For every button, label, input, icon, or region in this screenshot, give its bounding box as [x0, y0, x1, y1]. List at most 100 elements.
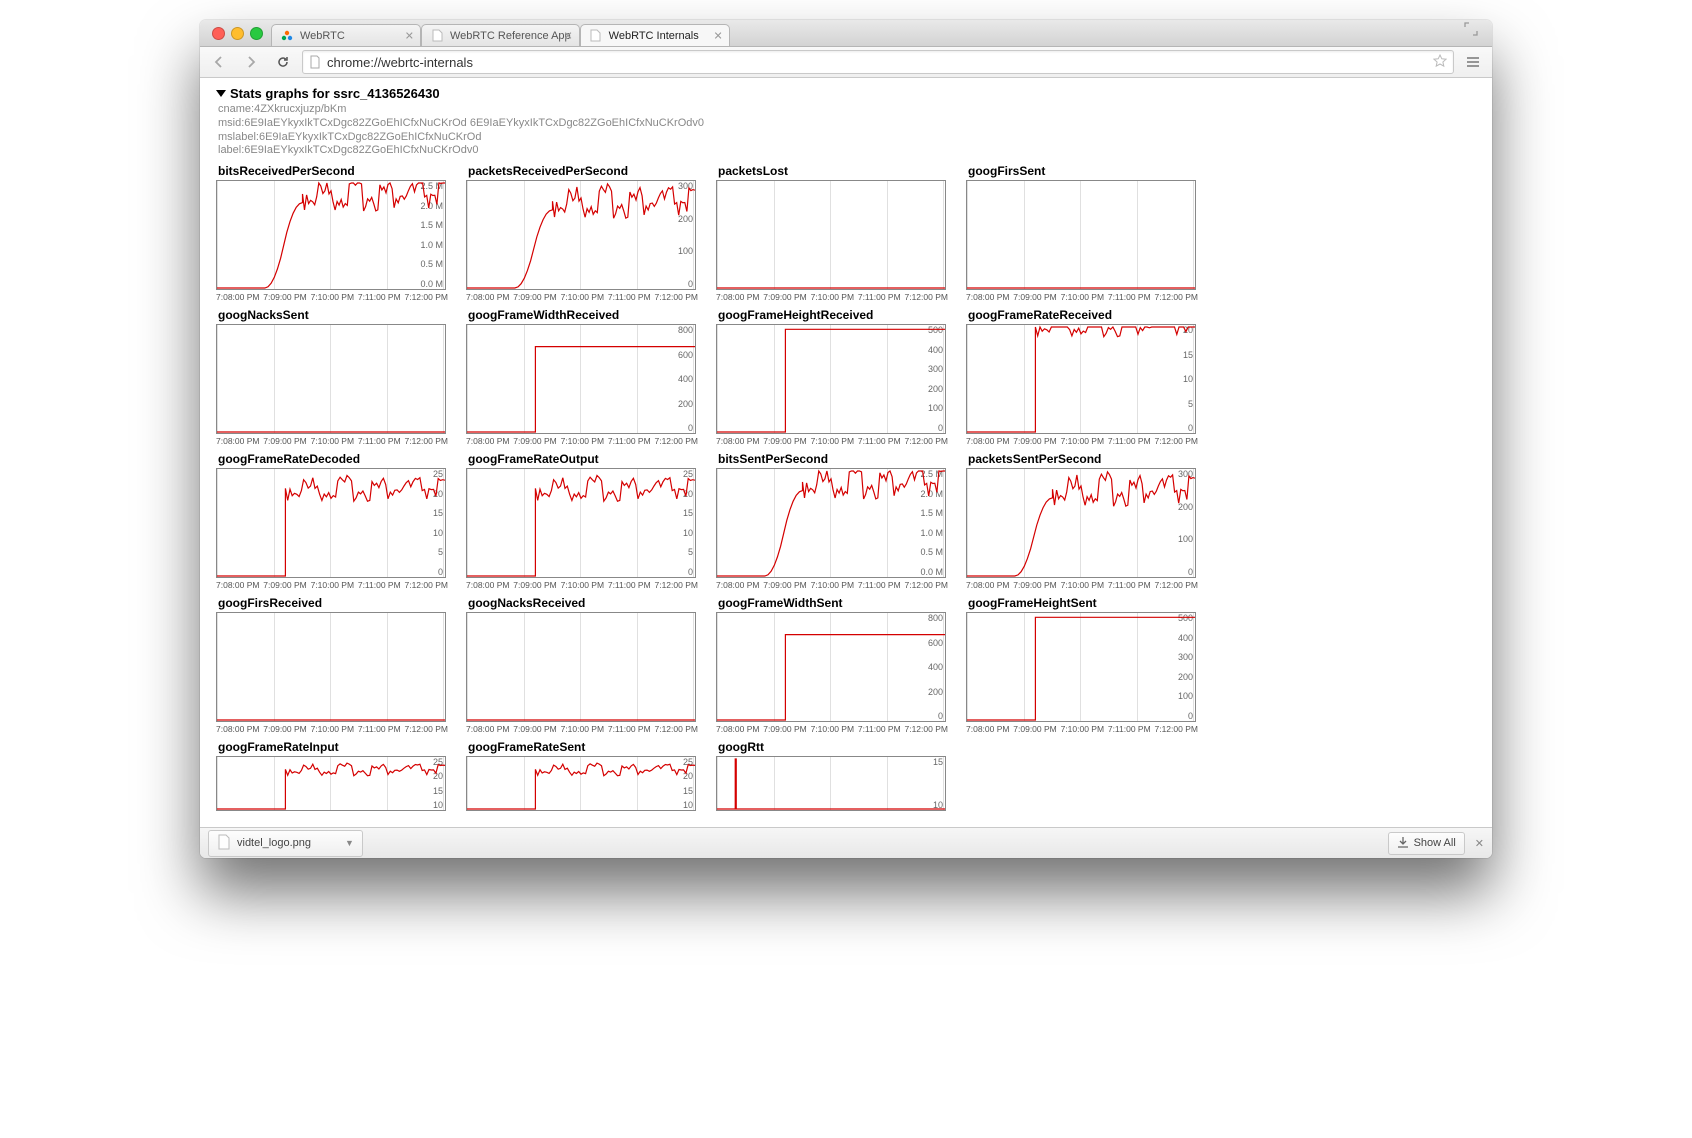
- chart-canvas: 2520151050: [466, 468, 696, 578]
- fullscreen-icon[interactable]: [1464, 22, 1486, 44]
- chevron-down-icon[interactable]: ▼: [345, 838, 354, 848]
- chart-cell: googNacksSent7:08:00 PM7:09:00 PM7:10:00…: [216, 308, 464, 446]
- chart-line: [217, 325, 445, 433]
- show-all-label: Show All: [1414, 837, 1456, 849]
- chart-cell: googFrameWidthReceived80060040020007:08:…: [466, 308, 714, 446]
- chart-line: [967, 181, 1195, 289]
- chart-canvas: 2520151050: [216, 468, 446, 578]
- chart-cell: googFrameRateDecoded25201510507:08:00 PM…: [216, 452, 464, 590]
- window-controls: [206, 27, 271, 46]
- minimize-window-button[interactable]: [231, 27, 244, 40]
- chart-title: googNacksSent: [216, 308, 464, 322]
- chart-x-axis: 7:08:00 PM7:09:00 PM7:10:00 PM7:11:00 PM…: [466, 292, 698, 302]
- zoom-window-button[interactable]: [250, 27, 263, 40]
- chart-canvas: [716, 180, 946, 290]
- tab-label: WebRTC: [300, 30, 345, 42]
- chart-canvas: 25201510: [466, 756, 696, 811]
- tab-label: WebRTC Internals: [609, 30, 699, 42]
- disclosure-triangle-icon: [216, 90, 226, 97]
- chart-canvas: 2.5 M2.0 M1.5 M1.0 M0.5 M0.0 M: [716, 468, 946, 578]
- chart-title: googFrameWidthSent: [716, 596, 964, 610]
- chart-x-axis: 7:08:00 PM7:09:00 PM7:10:00 PM7:11:00 PM…: [966, 436, 1198, 446]
- download-shelf: vidtel_logo.png ▼ Show All ✕: [200, 827, 1492, 858]
- show-all-downloads-button[interactable]: Show All: [1388, 832, 1465, 855]
- chart-canvas: 2.5 M2.0 M1.5 M1.0 M0.5 M0.0 M: [216, 180, 446, 290]
- chart-cell: googFrameHeightReceived50040030020010007…: [716, 308, 964, 446]
- stats-meta-line: cname:4ZXkrucxjuzp/bKm: [218, 103, 1482, 117]
- chart-title: googFrameHeightSent: [966, 596, 1214, 610]
- page-content: Stats graphs for ssrc_4136526430 cname:4…: [200, 78, 1492, 827]
- bookmark-star-icon[interactable]: [1433, 54, 1447, 71]
- close-tab-icon[interactable]: ✕: [563, 29, 572, 42]
- chart-canvas: 3002001000: [966, 468, 1196, 578]
- download-item[interactable]: vidtel_logo.png ▼: [208, 830, 363, 857]
- chart-cell: googFirsSent7:08:00 PM7:09:00 PM7:10:00 …: [966, 164, 1214, 302]
- chart-x-axis: 7:08:00 PM7:09:00 PM7:10:00 PM7:11:00 PM…: [216, 724, 448, 734]
- download-filename: vidtel_logo.png: [237, 837, 311, 849]
- chart-line: [717, 757, 945, 810]
- chart-title: googFrameRateInput: [216, 740, 464, 754]
- chart-canvas: 5004003002001000: [716, 324, 946, 434]
- url-text: chrome://webrtc-internals: [327, 55, 473, 70]
- chart-line: [467, 469, 695, 577]
- chart-line: [217, 181, 445, 289]
- chart-title: googFirsReceived: [216, 596, 464, 610]
- browser-tab[interactable]: WebRTC Internals ✕: [580, 24, 730, 46]
- chart-cell: googFrameRateOutput25201510507:08:00 PM7…: [466, 452, 714, 590]
- chrome-menu-button[interactable]: [1460, 51, 1486, 73]
- chart-x-axis: 7:08:00 PM7:09:00 PM7:10:00 PM7:11:00 PM…: [966, 724, 1198, 734]
- chart-canvas: 5004003002001000: [966, 612, 1196, 722]
- close-tab-icon[interactable]: ✕: [713, 29, 722, 42]
- browser-tab[interactable]: WebRTC ✕: [271, 24, 421, 46]
- browser-tab[interactable]: WebRTC Reference App✕: [421, 24, 580, 46]
- chart-title: googFrameRateDecoded: [216, 452, 464, 466]
- chart-line: [217, 613, 445, 721]
- chart-line: [717, 469, 945, 577]
- chart-canvas: 8006004002000: [716, 612, 946, 722]
- address-bar[interactable]: chrome://webrtc-internals: [302, 50, 1454, 74]
- chart-cell: googRtt1510: [716, 740, 964, 811]
- chart-x-axis: 7:08:00 PM7:09:00 PM7:10:00 PM7:11:00 PM…: [716, 580, 948, 590]
- chart-title: googFrameWidthReceived: [466, 308, 714, 322]
- chart-title: googFirsSent: [966, 164, 1214, 178]
- chart-canvas: 25201510: [216, 756, 446, 811]
- stats-section-header[interactable]: Stats graphs for ssrc_4136526430: [216, 86, 1482, 101]
- toolbar: chrome://webrtc-internals: [200, 47, 1492, 78]
- back-button[interactable]: [206, 51, 232, 73]
- chart-canvas: 8006004002000: [466, 324, 696, 434]
- chart-x-axis: 7:08:00 PM7:09:00 PM7:10:00 PM7:11:00 PM…: [716, 292, 948, 302]
- chart-line: [217, 469, 445, 577]
- download-arrow-icon: [1397, 836, 1409, 851]
- tab-label: WebRTC Reference App: [450, 30, 571, 42]
- chart-cell: packetsLost 7:08:00 PM7:09:00 PM7:10:00 P…: [716, 164, 964, 302]
- reload-button[interactable]: [270, 51, 296, 73]
- chart-cell: googFrameRateReceived201510507:08:00 PM7…: [966, 308, 1214, 446]
- tab-icon: [280, 29, 294, 43]
- stats-meta-line: mslabel:6E9IaEYkyxIkTCxDgc82ZGoEhICfxNuC…: [218, 131, 1482, 145]
- chart-line: [717, 181, 945, 289]
- chart-title: googFrameRateOutput: [466, 452, 714, 466]
- close-tab-icon[interactable]: ✕: [405, 29, 414, 42]
- chart-cell: packetsReceivedPerSecond30020010007:08:0…: [466, 164, 714, 302]
- stats-meta-line: label:6E9IaEYkyxIkTCxDgc82ZGoEhICfxNuCKr…: [218, 144, 1482, 158]
- chart-title: googFrameRateReceived: [966, 308, 1214, 322]
- tab-icon: [589, 29, 603, 43]
- chart-cell: bitsReceivedPerSecond2.5 M2.0 M1.5 M1.0 …: [216, 164, 464, 302]
- close-window-button[interactable]: [212, 27, 225, 40]
- chart-cell: googFrameRateInput 25201510: [216, 740, 464, 811]
- chart-line: [467, 613, 695, 721]
- tab-icon: [430, 29, 444, 43]
- stats-meta: cname:4ZXkrucxjuzp/bKmmsid:6E9IaEYkyxIkT…: [218, 103, 1482, 158]
- chart-canvas: [966, 180, 1196, 290]
- chart-line: [967, 613, 1195, 721]
- chart-line: [717, 613, 945, 721]
- chart-line: [217, 757, 445, 810]
- chart-line: [717, 325, 945, 433]
- chart-line: [467, 757, 695, 810]
- chart-cell: bitsSentPerSecond2.5 M2.0 M1.5 M1.0 M0.5…: [716, 452, 964, 590]
- close-shelf-button[interactable]: ✕: [1475, 837, 1484, 850]
- forward-button[interactable]: [238, 51, 264, 73]
- file-icon: [217, 834, 231, 853]
- chart-title: packetsLost: [716, 164, 964, 178]
- chart-canvas: 3002001000: [466, 180, 696, 290]
